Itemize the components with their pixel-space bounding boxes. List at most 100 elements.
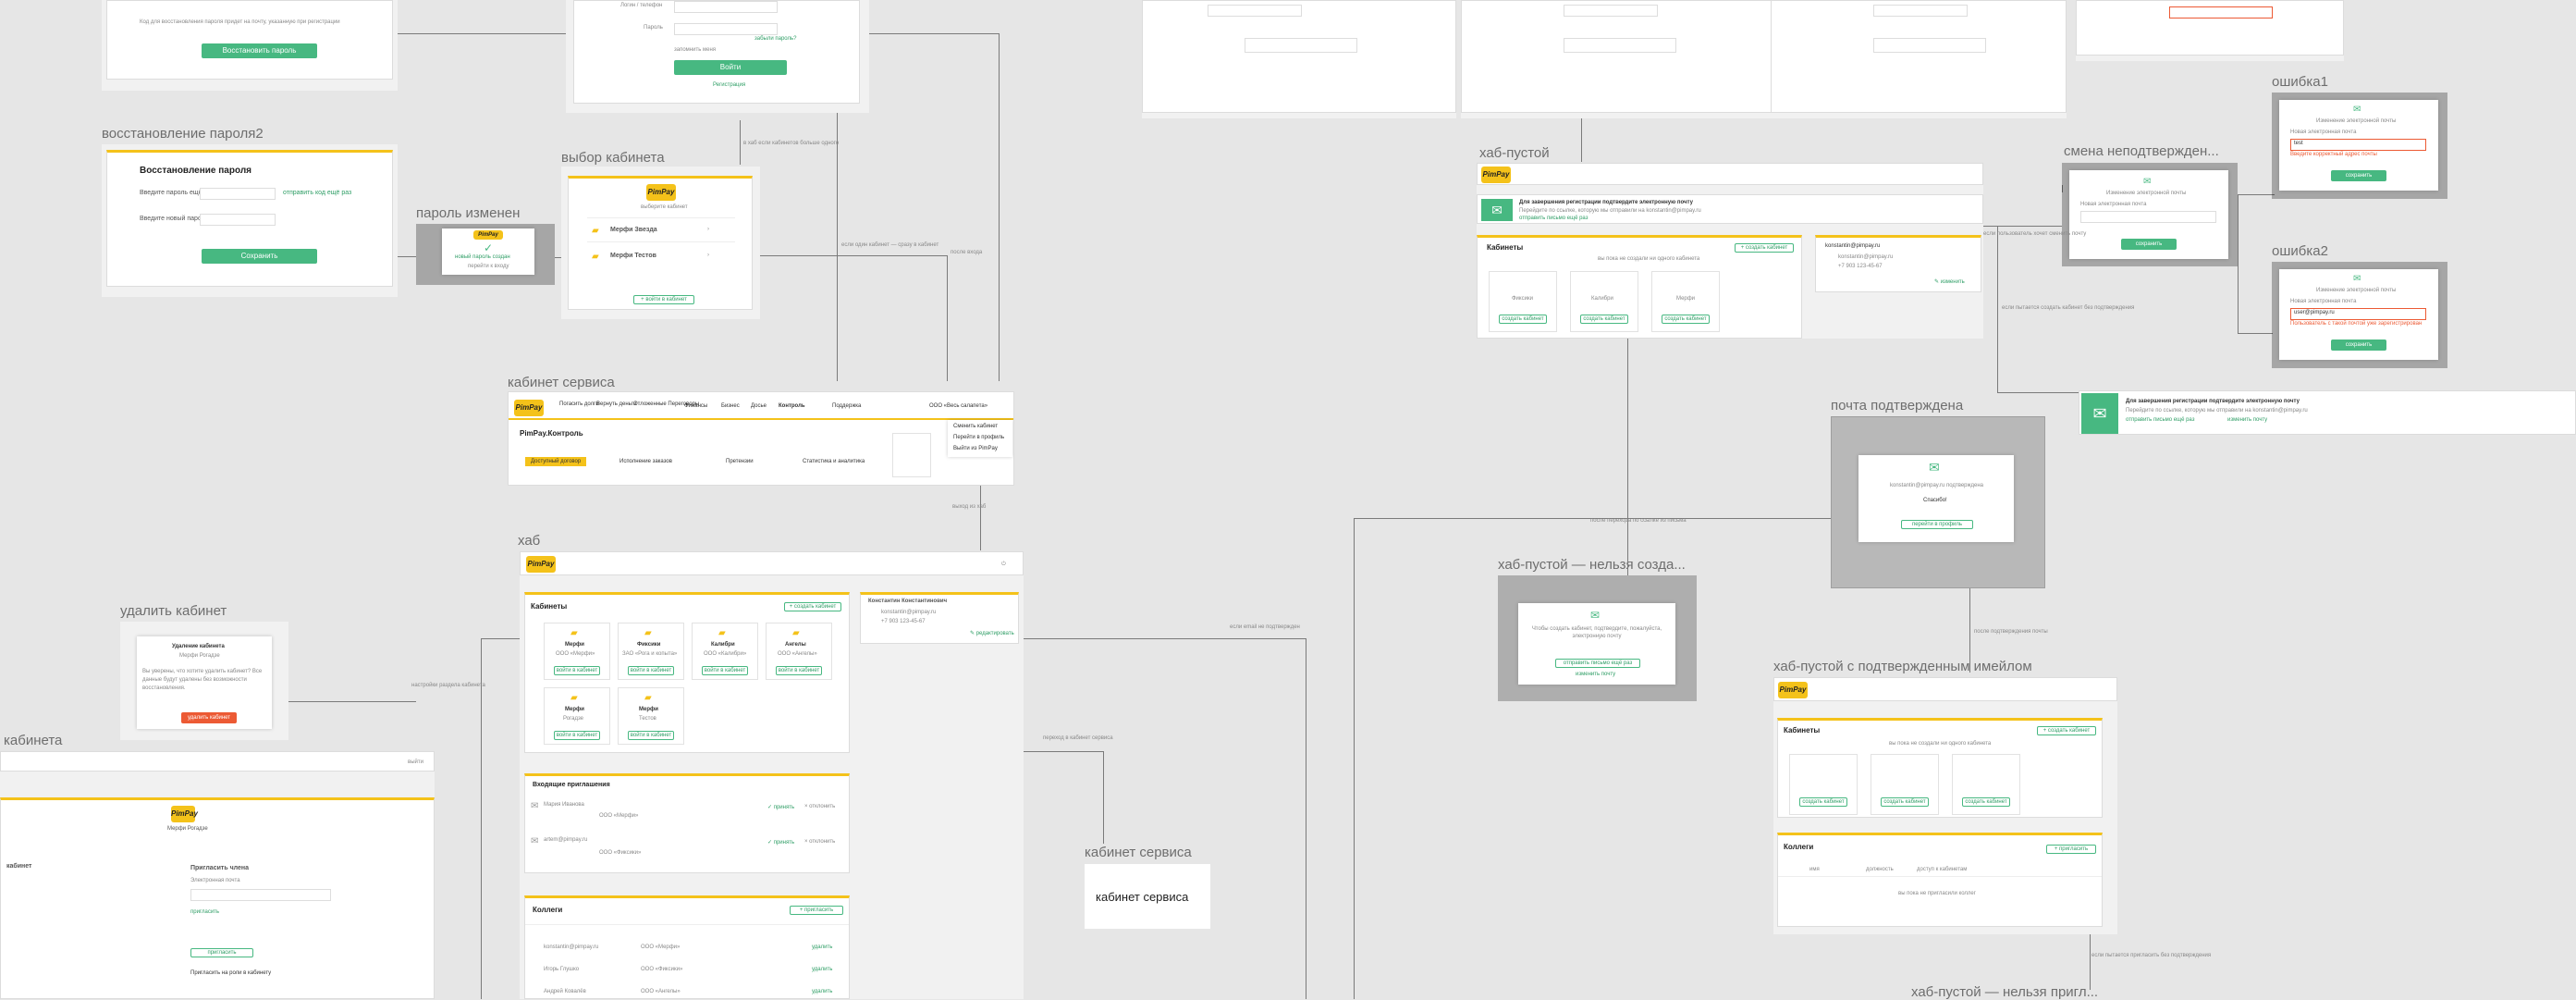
hub-empty-slot-1[interactable]: Калибри создать кабинет (1570, 271, 1638, 332)
colleagues-invite-button[interactable]: + пригласить (790, 906, 843, 915)
nav-item-1[interactable]: Вернуть деньги (596, 401, 636, 407)
profile-edit-link[interactable]: ✎ редактировать (970, 630, 1014, 636)
banner-resend[interactable]: отправить письмо ещё раз (1519, 216, 1588, 221)
cabinet-email-input[interactable] (190, 889, 331, 901)
pw-changed-sub[interactable]: перейти к входу (468, 264, 509, 269)
colleague-2-action[interactable]: удалить (812, 967, 832, 972)
cannot-create-link[interactable]: изменить почту (1576, 672, 1615, 677)
chevron-right-icon[interactable]: › (707, 253, 709, 258)
hub-empty-profile-edit[interactable]: ✎ изменить (1934, 278, 1965, 285)
hub-card-2[interactable]: ▰ Калибри ООО «Калибри» войти в кабинет (692, 623, 758, 680)
restore2-field2-input[interactable] (200, 214, 276, 226)
invite-1-accept[interactable]: ✓ принять (767, 804, 794, 810)
colleague-2-org: ООО «Фиксики» (641, 967, 683, 972)
hub-card-5[interactable]: ▰ Мерфи Тестов войти в кабинет (618, 687, 684, 745)
cabinet-invite-link[interactable]: пригласить (190, 909, 219, 915)
cabinet-close-link[interactable]: выйти (408, 759, 423, 765)
hub-empty-slot-0[interactable]: Фиксики создать кабинет (1489, 271, 1557, 332)
error2-save[interactable]: сохранить (2331, 340, 2386, 351)
choose-add-button[interactable]: + войти в кабинет (633, 295, 694, 304)
service-tab-0[interactable]: Доступный договор (525, 457, 587, 466)
card-enter-button[interactable]: войти в кабинет (628, 666, 674, 675)
hub-card-1[interactable]: ▰ Фиксики ЗАО «Рога и копыта» войти в ка… (618, 623, 684, 680)
nav-item-4[interactable]: Бизнес (721, 403, 740, 409)
wide-banner-change[interactable]: изменить почту (2227, 417, 2267, 423)
company-switcher[interactable]: ООО «Весь салапета» (929, 403, 987, 409)
slot-create-button[interactable]: создать кабинет (1580, 315, 1628, 324)
service-tab-2[interactable]: Претензии (726, 459, 754, 464)
service-card[interactable]: кабинет сервиса (1085, 864, 1210, 929)
restore2-field1-input[interactable] (200, 188, 276, 200)
service-tab-3[interactable]: Статистика и аналитика (803, 459, 865, 464)
login-forgot-link[interactable]: забыли пароль? (754, 36, 796, 42)
confirmed-create[interactable]: + создать кабинет (2037, 726, 2096, 735)
menu-profile[interactable]: Перейти в профиль (953, 435, 1004, 440)
slot-create-button[interactable]: создать кабинет (1881, 797, 1929, 807)
restore2-save-button[interactable]: Сохранить (202, 249, 317, 264)
slot-create-button[interactable]: создать кабинет (1662, 315, 1710, 324)
choose-item-2[interactable]: Мерфи Тестов (610, 253, 656, 259)
hub-empty-create[interactable]: + создать кабинет (1735, 243, 1794, 253)
login-field1-input[interactable] (674, 1, 778, 13)
change-email-save[interactable]: сохранить (2121, 239, 2177, 250)
slot-create-button[interactable]: создать кабинет (1962, 797, 2010, 807)
login-field2-input[interactable] (674, 23, 778, 35)
confirmed-slot-0[interactable]: создать кабинет (1789, 754, 1858, 815)
top-d-input[interactable] (2169, 6, 2273, 19)
slot-create-button[interactable]: создать кабинет (1799, 797, 1847, 807)
hub-empty-slot-2[interactable]: Мерфи создать кабинет (1651, 271, 1720, 332)
top-c-input[interactable] (1873, 5, 1968, 17)
nav-item-5[interactable]: Досье (751, 403, 767, 409)
slot-create-button[interactable]: создать кабинет (1499, 315, 1547, 324)
service-tab-1[interactable]: Исполнение заказов (619, 459, 672, 464)
top-b-input[interactable] (1564, 5, 1658, 17)
nav-item-6[interactable]: Контроль (779, 403, 805, 409)
top-a-input2[interactable] (1245, 38, 1357, 53)
login-enter-button[interactable]: Войти (674, 60, 787, 75)
card-enter-button[interactable]: войти в кабинет (776, 666, 822, 675)
card-enter-button[interactable]: войти в кабинет (554, 666, 600, 675)
nav-item-0[interactable]: Погасить долги (559, 401, 599, 407)
colleague-3-action[interactable]: удалить (812, 989, 832, 994)
menu-logout[interactable]: Выйти из PimPay (953, 446, 998, 451)
confirmed-slot-2[interactable]: создать кабинет (1952, 754, 2020, 815)
wide-banner-resend[interactable]: отправить письмо ещё раз (2126, 417, 2194, 423)
choose-item-1[interactable]: Мерфи Звезда (610, 227, 657, 233)
menu-switch-cabinet[interactable]: Сменить кабинет (953, 424, 998, 429)
label-restore2: восстановление пароля2 (102, 126, 264, 142)
error1-input[interactable] (2290, 139, 2426, 151)
card-enter-button[interactable]: войти в кабинет (554, 731, 600, 740)
top-b-input2[interactable] (1564, 38, 1676, 53)
invite-2-accept[interactable]: ✓ принять (767, 839, 794, 846)
email-confirmed-button[interactable]: перейти в профиль (1901, 520, 1973, 529)
hub-create-button[interactable]: + создать кабинет (784, 602, 841, 611)
confirmed-slot-1[interactable]: создать кабинет (1871, 754, 1939, 815)
cabinet-invite-button[interactable]: пригласить (190, 948, 253, 957)
restore2-title: Восстановление пароля (140, 166, 252, 176)
card-enter-button[interactable]: войти в кабинет (702, 666, 748, 675)
hub-card-0[interactable]: ▰ Мерфи ООО «Мерфи» войти в кабинет (544, 623, 610, 680)
login-register-link[interactable]: Регистрация (713, 82, 745, 88)
login-remember-checkbox[interactable]: запомнить меня (674, 47, 716, 53)
chevron-right-icon[interactable]: › (707, 227, 709, 232)
invite-1-reject[interactable]: × отклонить (804, 804, 835, 809)
change-email-input[interactable] (2080, 211, 2216, 223)
restore-password-button[interactable]: Восстановить пароль (202, 43, 317, 58)
logout-icon[interactable]: ⏻ (1001, 562, 1006, 568)
cannot-create-button[interactable]: отправить письмо ещё раз (1555, 659, 1640, 668)
change-email-modal: ✉ Изменение электронной почты Новая элек… (2069, 170, 2228, 259)
service-dropdown: Сменить кабинет Перейти в профиль Выйти … (948, 420, 1012, 457)
confirmed-invite[interactable]: + пригласить (2046, 845, 2096, 854)
invite-2-reject[interactable]: × отклонить (804, 839, 835, 845)
hub-card-4[interactable]: ▰ Мерфи Рогадзе войти в кабинет (544, 687, 610, 745)
nav-item-7[interactable]: Поддержка (832, 403, 861, 409)
delete-confirm-button[interactable]: удалить кабинет (181, 712, 237, 723)
top-c-input2[interactable] (1873, 38, 1986, 53)
error1-save[interactable]: сохранить (2331, 170, 2386, 181)
colleague-1-action[interactable]: удалить (812, 944, 832, 950)
top-a-input[interactable] (1208, 5, 1302, 17)
hub-card-3[interactable]: ▰ Ангелы ООО «Ангелы» войти в кабинет (766, 623, 832, 680)
restore2-resend-link[interactable]: отправить код ещё раз (283, 190, 351, 196)
nav-item-3[interactable]: Финансы (684, 403, 707, 409)
card-enter-button[interactable]: войти в кабинет (628, 731, 674, 740)
